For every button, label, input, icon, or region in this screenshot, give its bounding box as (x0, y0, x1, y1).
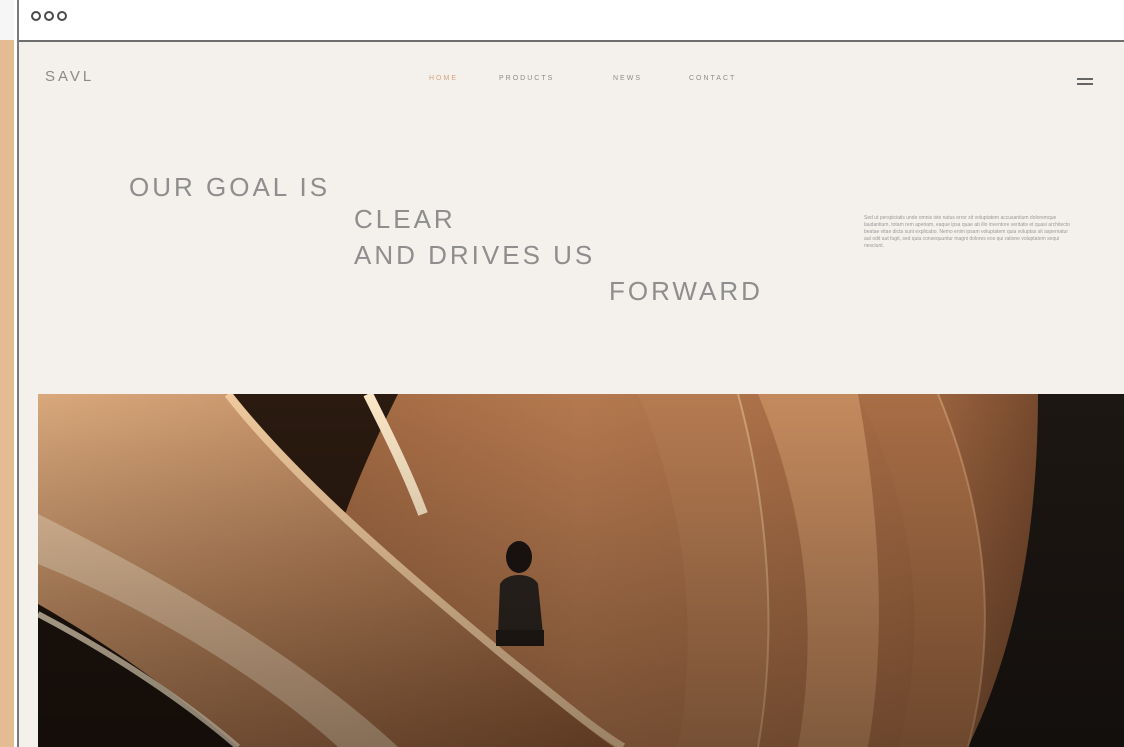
nav-link-contact[interactable]: CONTACT (689, 75, 769, 82)
headline-line-4: FORWARD (609, 276, 763, 306)
wooden-staircase-photo (38, 394, 1124, 747)
hamburger-icon[interactable] (1077, 78, 1093, 86)
headline-line-3: AND DRIVES US (354, 240, 596, 270)
maximize-dot-icon[interactable] (57, 11, 67, 21)
headline-line-2: CLEAR (354, 204, 456, 234)
website-page: SAVL HOME PRODUCTS NEWS CONTACT OUR GOAL… (19, 42, 1124, 747)
nav-link-news[interactable]: NEWS (613, 75, 689, 82)
intro-paragraph: Sed ut perspiciatis unde omnis iste natu… (864, 215, 1070, 250)
site-logo[interactable]: SAVL (45, 68, 94, 85)
headline-line-1: OUR GOAL IS (129, 172, 331, 202)
window-titlebar (19, 0, 1124, 42)
desktop-background (0, 0, 14, 747)
desktop-background-top (0, 0, 14, 40)
minimize-dot-icon[interactable] (44, 11, 54, 21)
hero-image (38, 394, 1124, 747)
window-controls (31, 11, 67, 21)
close-dot-icon[interactable] (31, 11, 41, 21)
nav-link-home[interactable]: HOME (429, 75, 499, 82)
main-nav: HOME PRODUCTS NEWS CONTACT (429, 75, 769, 82)
nav-link-products[interactable]: PRODUCTS (499, 75, 613, 82)
